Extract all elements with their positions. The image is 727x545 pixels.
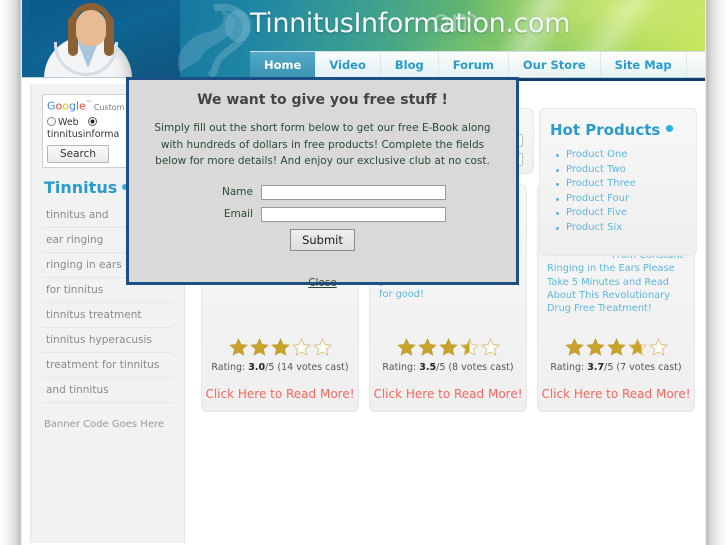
modal-heading: We want to give you free stuff ! (197, 92, 448, 108)
google-custom-label: Custom (93, 102, 125, 112)
hot-product-item[interactable]: Product Three (556, 177, 686, 192)
star-full-icon[interactable] (249, 338, 269, 356)
site-logo: TinnitusInformation.com (250, 8, 570, 39)
site-header: TinnitusInformation.com om Home Video Bl… (22, 0, 705, 78)
star-full-icon[interactable] (585, 338, 605, 356)
sidebar-link-4[interactable]: tinnitus treatment (42, 303, 173, 328)
star-full-icon[interactable] (396, 338, 416, 356)
modal-name-row: Name (147, 184, 498, 200)
star-half-icon[interactable] (627, 338, 647, 356)
radio-web-label: Web (58, 116, 79, 128)
hot-products-title-text: Hot Products (550, 121, 661, 139)
star-full-icon[interactable] (228, 338, 248, 356)
close-link[interactable]: Close (308, 277, 337, 289)
votes-text: (14 votes cast) (277, 362, 349, 373)
star-full-icon[interactable] (438, 338, 458, 356)
star-full-icon[interactable] (606, 338, 626, 356)
read-more-link[interactable]: Click Here to Read More! (538, 387, 694, 401)
rating-max: 5 (439, 362, 446, 373)
star-full-icon[interactable] (417, 338, 437, 356)
star-rating[interactable] (538, 338, 694, 356)
nav-item-blog[interactable]: Blog (381, 52, 439, 77)
rating-label: Rating: (382, 362, 417, 373)
hot-product-item[interactable]: Product One (556, 148, 686, 163)
site-container: TinnitusInformation.com om Home Video Bl… (22, 0, 705, 545)
left-banner-placeholder: Banner Code Goes Here (44, 418, 165, 430)
star-full-icon[interactable] (270, 338, 290, 356)
read-more-link[interactable]: Click Here to Read More! (202, 387, 358, 401)
star-empty-icon[interactable] (291, 338, 311, 356)
google-trademark: ™ (85, 100, 92, 107)
rating-text: Rating: 3.5/5 (8 votes cast) (382, 362, 514, 373)
star-empty-icon[interactable] (480, 338, 500, 356)
rating-value: 3.7 (587, 362, 605, 373)
page-left-edge-shadow (0, 0, 22, 545)
nav-item-home[interactable]: Home (250, 52, 316, 77)
rating-label: Rating: (211, 362, 246, 373)
page-root: TinnitusInformation.com om Home Video Bl… (0, 0, 727, 545)
votes-text: (8 votes cast) (448, 362, 514, 373)
name-label: Name (222, 186, 253, 198)
hot-product-item[interactable]: Product Five (556, 206, 686, 221)
sidebar-link-7[interactable]: and tinnitus (42, 378, 173, 403)
rating-text: Rating: 3.7/5 (7 votes cast) (550, 362, 682, 373)
bullet-dot-icon (666, 125, 674, 132)
modal-email-row: Email (147, 206, 498, 222)
hot-products-title: Hot Products (550, 121, 686, 139)
name-input[interactable] (261, 184, 446, 200)
modal-submit-row: Submit (147, 228, 498, 251)
star-empty-icon[interactable] (312, 338, 332, 356)
product-rating: Rating: 3.0/5 (14 votes cast) (202, 338, 358, 373)
star-full-icon[interactable] (564, 338, 584, 356)
rating-label: Rating: (550, 362, 585, 373)
radio-site[interactable] (87, 116, 97, 126)
page-right-edge-shadow (705, 0, 727, 545)
star-half-icon[interactable] (459, 338, 479, 356)
nav-item-forum[interactable]: Forum (439, 52, 509, 77)
rating-max: 5 (268, 362, 275, 373)
radio-web[interactable] (47, 116, 56, 126)
hot-products-list: Product One Product Two Product Three Pr… (550, 148, 686, 235)
left-sidebar-title-text: Tinnitus (44, 177, 118, 197)
modal-close-row: Close (147, 271, 498, 290)
sidebar-link-6[interactable]: treatment for tinnitus (42, 353, 173, 378)
sidebar-link-5[interactable]: tinnitus hyperacusis (42, 328, 173, 353)
read-more-link[interactable]: Click Here to Read More! (370, 387, 526, 401)
modal-body-text: Simply fill out the short form below to … (154, 122, 491, 167)
right-sidebar: Hot Products Product One Product Two Pro… (539, 108, 697, 256)
nav-item-site-map[interactable]: Site Map (601, 52, 687, 77)
product-rating: Rating: 3.7/5 (7 votes cast) (538, 338, 694, 373)
rating-value: 3.5 (419, 362, 437, 373)
nav-item-video[interactable]: Video (315, 52, 381, 77)
free-stuff-modal[interactable]: We want to give you free stuff ! Simply … (126, 77, 519, 289)
nav-item-our-store[interactable]: Our Store (509, 52, 601, 77)
email-input[interactable] (261, 206, 446, 222)
rating-text: Rating: 3.0/5 (14 votes cast) (211, 362, 349, 373)
submit-button[interactable]: Submit (290, 228, 355, 251)
rating-max: 5 (607, 362, 614, 373)
product-rating: Rating: 3.5/5 (8 votes cast) (370, 338, 526, 373)
nav-filler (687, 52, 705, 77)
hot-product-item[interactable]: Product Two (556, 163, 686, 178)
star-rating[interactable] (202, 338, 358, 356)
search-button[interactable]: Search (47, 144, 110, 163)
star-rating[interactable] (370, 338, 526, 356)
hot-product-item[interactable]: Product Four (556, 192, 686, 207)
rating-value: 3.0 (248, 362, 266, 373)
votes-text: (7 votes cast) (616, 362, 682, 373)
main-navigation: Home Video Blog Forum Our Store Site Map (250, 51, 705, 77)
star-empty-icon[interactable] (648, 338, 668, 356)
hot-product-item[interactable]: Product Six (556, 221, 686, 236)
email-label: Email (223, 208, 253, 220)
doctor-photo (30, 0, 180, 77)
